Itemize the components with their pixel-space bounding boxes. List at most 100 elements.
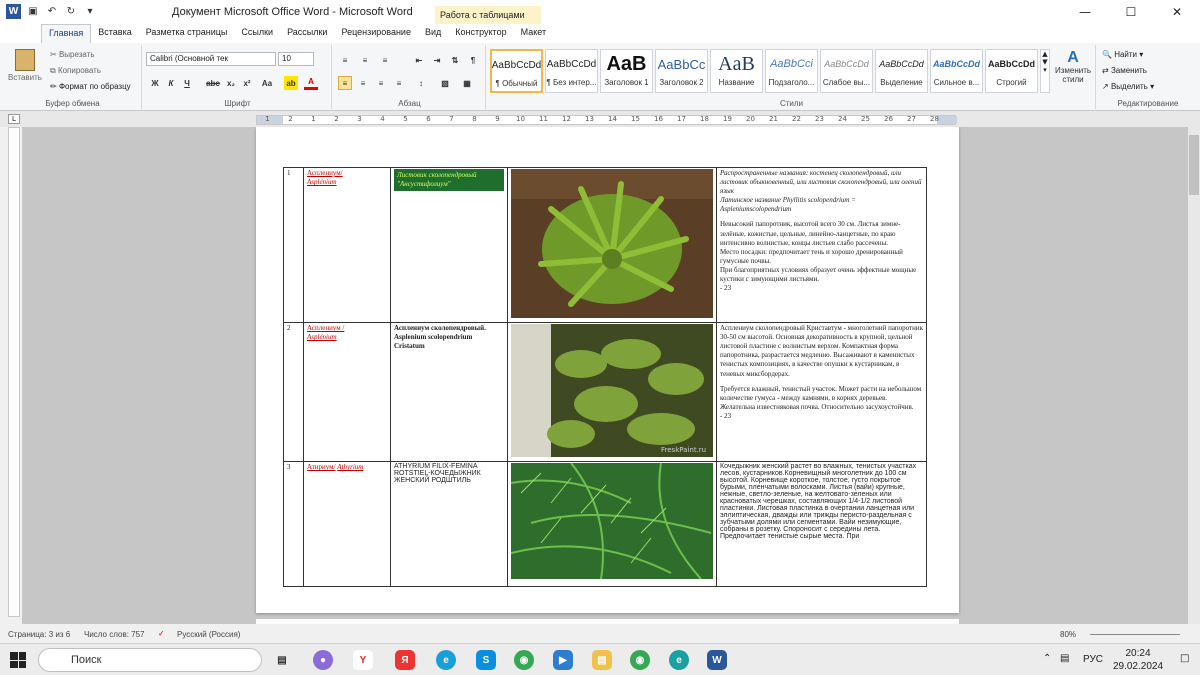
file-explorer-icon[interactable]: ▤ bbox=[592, 650, 612, 670]
zoom-slider[interactable] bbox=[1090, 634, 1180, 635]
tab-references[interactable]: Ссылки bbox=[234, 24, 280, 43]
document-area[interactable]: 1 Асплениум/Asplénium Листовик сколопенд… bbox=[22, 127, 1188, 624]
tab-review[interactable]: Рецензирование bbox=[334, 24, 418, 43]
chrome-icon-2[interactable]: ◉ bbox=[630, 650, 650, 670]
chrome-icon[interactable]: ◉ bbox=[514, 650, 534, 670]
zoom-level[interactable]: 80% bbox=[1060, 630, 1076, 639]
line-spacing-icon[interactable]: ↕ bbox=[414, 76, 428, 90]
vertical-scrollbar[interactable] bbox=[1188, 127, 1200, 624]
style-normal[interactable]: AaBbCcDd ¶ Обычный bbox=[490, 49, 543, 93]
search-box[interactable]: Поиск bbox=[38, 648, 262, 672]
change-styles-button[interactable]: A Изменить стили bbox=[1052, 49, 1094, 93]
shading-icon[interactable]: ▧ bbox=[436, 76, 454, 90]
copy-button[interactable]: ⧉ Копировать bbox=[50, 66, 101, 76]
description-cell: Асплениум сколопендровый Криставтум - мн… bbox=[716, 322, 927, 463]
word-taskbar-icon[interactable]: W bbox=[707, 650, 727, 670]
align-center-icon[interactable]: ≡ bbox=[356, 76, 370, 90]
style-subtitle[interactable]: AaBbCci Подзаголо... bbox=[765, 49, 818, 93]
font-size-select[interactable]: 10 bbox=[278, 52, 314, 66]
find-button[interactable]: 🔍 Найти ▾ bbox=[1102, 50, 1143, 59]
highlight-icon[interactable]: ab bbox=[284, 76, 298, 90]
vertical-ruler[interactable] bbox=[8, 127, 20, 617]
style-heading-1[interactable]: AaB Заголовок 1 bbox=[600, 49, 653, 93]
select-button[interactable]: ↗ Выделить ▾ bbox=[1102, 82, 1154, 91]
yandex-browser-icon[interactable]: Y bbox=[353, 650, 373, 670]
spellcheck-icon[interactable]: ✓ bbox=[158, 629, 165, 638]
plants-table[interactable]: 1 Асплениум/Asplénium Листовик сколопенд… bbox=[283, 166, 927, 588]
style-title[interactable]: AaB Название bbox=[710, 49, 763, 93]
undo-icon[interactable]: ↶ bbox=[45, 5, 59, 19]
justify-icon[interactable]: ≡ bbox=[392, 76, 406, 90]
show-marks-icon[interactable]: ¶ bbox=[466, 53, 480, 67]
underline-button[interactable]: Ч bbox=[180, 76, 194, 90]
minimize-icon[interactable]: — bbox=[1062, 0, 1108, 24]
align-right-icon[interactable]: ≡ bbox=[374, 76, 388, 90]
tab-design[interactable]: Конструктор bbox=[448, 24, 513, 43]
quick-access-toolbar: W ▣ ↶ ↻ ▾ bbox=[6, 4, 97, 19]
photo-cell: FreskPaint.ru bbox=[507, 322, 717, 463]
task-view-icon[interactable]: ▤ bbox=[272, 650, 292, 670]
tab-layout[interactable]: Макет bbox=[514, 24, 553, 43]
ruler-number: 26 bbox=[884, 115, 893, 123]
style-no-spacing[interactable]: AaBbCcDd ¶ Без интер... bbox=[545, 49, 598, 93]
increase-indent-icon[interactable]: ⇥ bbox=[430, 53, 444, 67]
style-strong[interactable]: AaBbCcDd Строгий bbox=[985, 49, 1038, 93]
document-page[interactable]: 1 Асплениум/Asplénium Листовик сколопенд… bbox=[256, 127, 959, 613]
meet-icon[interactable]: ▶ bbox=[553, 650, 573, 670]
style-heading-2[interactable]: AaBbCc Заголовок 2 bbox=[655, 49, 708, 93]
clock[interactable]: 20:24 29.02.2024 bbox=[1112, 647, 1164, 673]
clipboard-group-label: Буфер обмена bbox=[45, 99, 100, 108]
windows-start-icon[interactable] bbox=[10, 652, 26, 668]
tab-page-layout[interactable]: Разметка страницы bbox=[139, 24, 235, 43]
redo-icon[interactable]: ↻ bbox=[64, 5, 78, 19]
tab-selector-icon[interactable]: L bbox=[8, 114, 20, 124]
word-logo-icon[interactable]: W bbox=[6, 4, 21, 19]
scroll-thumb[interactable] bbox=[1189, 135, 1199, 195]
edge-icon[interactable]: e bbox=[436, 650, 456, 670]
tab-mailings[interactable]: Рассылки bbox=[280, 24, 334, 43]
superscript-button[interactable]: x² bbox=[240, 76, 254, 90]
ruler-number: 9 bbox=[495, 115, 500, 123]
tab-insert[interactable]: Вставка bbox=[91, 24, 138, 43]
maximize-icon[interactable]: ☐ bbox=[1108, 0, 1154, 24]
save-icon[interactable]: ▣ bbox=[26, 5, 40, 19]
bold-button[interactable]: Ж bbox=[148, 76, 162, 90]
strikethrough-button[interactable]: abc bbox=[204, 76, 222, 90]
tray-chevron-icon[interactable]: ⌃ bbox=[1043, 653, 1051, 664]
style-emphasis[interactable]: AaBbCcDd Выделение bbox=[875, 49, 928, 93]
font-color-icon[interactable]: A bbox=[304, 76, 318, 90]
page-count[interactable]: Страница: 3 из 6 bbox=[8, 630, 70, 639]
bullets-icon[interactable]: ≡ bbox=[338, 53, 352, 67]
paste-button[interactable]: Вставить bbox=[8, 47, 42, 91]
font-name-select[interactable]: Calibri (Основной тек bbox=[146, 52, 276, 66]
word-count[interactable]: Число слов: 757 bbox=[84, 630, 144, 639]
multilevel-list-icon[interactable]: ≡ bbox=[378, 53, 392, 67]
format-painter-button[interactable]: ✏ Формат по образцу bbox=[50, 82, 131, 91]
align-left-icon[interactable]: ≡ bbox=[338, 76, 352, 90]
language[interactable]: Русский (Россия) bbox=[177, 630, 240, 639]
style-intense-emphasis[interactable]: AaBbCcDd Сильное в... bbox=[930, 49, 983, 93]
italic-button[interactable]: К bbox=[164, 76, 178, 90]
borders-icon[interactable]: ▦ bbox=[460, 76, 474, 90]
replace-button[interactable]: ⇄ Заменить bbox=[1102, 66, 1147, 75]
cut-button[interactable]: ✂ Вырезать bbox=[50, 50, 95, 59]
skype-icon[interactable]: S bbox=[476, 650, 496, 670]
numbering-icon[interactable]: ≡ bbox=[358, 53, 372, 67]
alice-icon[interactable]: ● bbox=[313, 650, 333, 670]
style-name: Слабое вы... bbox=[822, 78, 871, 87]
yandex-icon[interactable]: Я bbox=[395, 650, 415, 670]
sort-icon[interactable]: ⇅ bbox=[448, 53, 462, 67]
styles-scroll-icon[interactable]: ▲ ▼ ▾ bbox=[1040, 49, 1050, 93]
input-language[interactable]: РУС bbox=[1083, 654, 1103, 665]
decrease-indent-icon[interactable]: ⇤ bbox=[412, 53, 426, 67]
tab-view[interactable]: Вид bbox=[418, 24, 448, 43]
network-icon[interactable]: ▤ bbox=[1060, 653, 1069, 664]
tab-home[interactable]: Главная bbox=[41, 24, 92, 43]
style-subtle-emphasis[interactable]: AaBbCcDd Слабое вы... bbox=[820, 49, 873, 93]
close-icon[interactable]: ✕ bbox=[1154, 0, 1200, 24]
notifications-icon[interactable]: □ bbox=[1180, 653, 1189, 664]
ie-icon[interactable]: e bbox=[669, 650, 689, 670]
subscript-button[interactable]: x₂ bbox=[224, 76, 238, 90]
change-case-button[interactable]: Aa bbox=[260, 76, 274, 90]
customize-qat-icon[interactable]: ▾ bbox=[83, 5, 97, 19]
